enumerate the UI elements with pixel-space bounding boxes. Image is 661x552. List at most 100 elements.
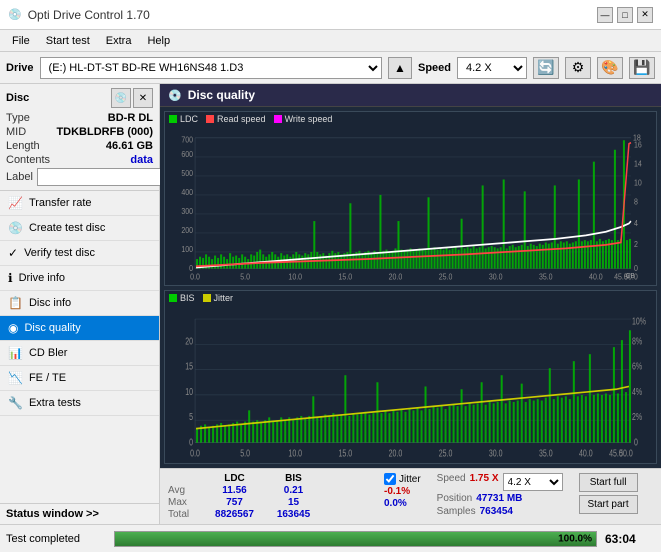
maximize-button[interactable]: □ bbox=[617, 7, 633, 23]
bis-legend-dot bbox=[169, 294, 177, 302]
save-button[interactable]: 💾 bbox=[629, 57, 655, 79]
start-full-button[interactable]: Start full bbox=[579, 473, 638, 492]
disc-info-icon: 📋 bbox=[8, 296, 23, 310]
bottom-chart-inner: 0 5 10 15 20 0 2% 4% 6% 8% 10% 0.0 bbox=[165, 305, 656, 460]
ldc-legend-text: LDC bbox=[180, 114, 198, 124]
svg-text:200: 200 bbox=[181, 225, 193, 235]
disc-mid-value: TDKBLDRFB (000) bbox=[56, 126, 153, 138]
stats-max-bis: 15 bbox=[266, 497, 321, 508]
stats-speed-select[interactable]: 4.2 X 2.0 X bbox=[503, 473, 563, 491]
app-icon: 💿 bbox=[8, 8, 22, 21]
svg-text:14: 14 bbox=[634, 159, 642, 169]
menu-help[interactable]: Help bbox=[139, 33, 178, 49]
drive-label: Drive bbox=[6, 62, 34, 74]
status-text: Test completed bbox=[6, 533, 106, 545]
refresh-button[interactable]: 🔄 bbox=[533, 57, 559, 79]
stats-total-label: Total bbox=[168, 509, 203, 520]
svg-text:30.0: 30.0 bbox=[489, 272, 503, 281]
nav-drive-info[interactable]: ℹ Drive info bbox=[0, 266, 159, 291]
disc-label-row: Label 🔍 bbox=[6, 168, 153, 186]
drive-select[interactable]: (E:) HL-DT-ST BD-RE WH16NS48 1.D3 bbox=[40, 57, 382, 79]
svg-text:15.0: 15.0 bbox=[339, 272, 353, 281]
menu-file[interactable]: File bbox=[4, 33, 38, 49]
create-test-disc-icon: 💿 bbox=[8, 221, 23, 235]
nav-extra-tests[interactable]: 🔧 Extra tests bbox=[0, 391, 159, 416]
jitter-header: Jitter bbox=[384, 473, 421, 485]
svg-text:5: 5 bbox=[189, 410, 193, 422]
nav-disc-quality-label: Disc quality bbox=[24, 322, 80, 334]
titlebar-controls[interactable]: — □ ✕ bbox=[597, 7, 653, 23]
disc-length-label: Length bbox=[6, 140, 40, 152]
titlebar-left: 💿 Opti Drive Control 1.70 bbox=[8, 8, 150, 22]
svg-text:400: 400 bbox=[181, 187, 193, 197]
disc-type-row: Type BD-R DL bbox=[6, 112, 153, 124]
nav-fe-te[interactable]: 📉 FE / TE bbox=[0, 366, 159, 391]
speed-select[interactable]: 4.2 X 2.0 X 1.0 X bbox=[457, 57, 527, 79]
nav-verify-test-disc[interactable]: ✓ Verify test disc bbox=[0, 241, 159, 266]
speed-label: Speed bbox=[418, 62, 451, 74]
disc-contents-row: Contents data bbox=[6, 154, 153, 166]
stats-max-label: Max bbox=[168, 497, 203, 508]
disc-panel-header: Disc 💿 ✕ bbox=[6, 88, 153, 108]
nav-cd-bler[interactable]: 📊 CD Bler bbox=[0, 341, 159, 366]
menu-start-test[interactable]: Start test bbox=[38, 33, 98, 49]
speed-row: Speed 1.75 X 4.2 X 2.0 X bbox=[437, 473, 563, 491]
bis-legend-text: BIS bbox=[180, 293, 195, 303]
eject-button[interactable]: ▲ bbox=[388, 57, 412, 79]
svg-text:300: 300 bbox=[181, 206, 193, 216]
ldc-legend-dot bbox=[169, 115, 177, 123]
nav-verify-test-disc-label: Verify test disc bbox=[24, 247, 95, 259]
disc-contents-label: Contents bbox=[6, 154, 50, 166]
main-area: Disc 💿 ✕ Type BD-R DL MID TDKBLDRFB (000… bbox=[0, 84, 661, 524]
stats-ldc-header: LDC bbox=[207, 473, 262, 484]
charts-area: LDC Read speed Write speed bbox=[160, 107, 661, 468]
samples-row: Samples 763454 bbox=[437, 506, 563, 517]
svg-text:15: 15 bbox=[185, 360, 193, 372]
drive-info-icon: ℹ bbox=[8, 271, 13, 285]
nav-create-test-disc[interactable]: 💿 Create test disc bbox=[0, 216, 159, 241]
svg-text:10: 10 bbox=[185, 385, 193, 397]
svg-text:18: 18 bbox=[633, 133, 641, 143]
nav-create-test-disc-label: Create test disc bbox=[29, 222, 105, 234]
nav-disc-info[interactable]: 📋 Disc info bbox=[0, 291, 159, 316]
minimize-button[interactable]: — bbox=[597, 7, 613, 23]
status-window-label: Status window >> bbox=[6, 508, 99, 520]
bis-legend: BIS bbox=[169, 293, 195, 303]
disc-mid-row: MID TDKBLDRFB (000) bbox=[6, 126, 153, 138]
speed-static-label: Speed bbox=[437, 473, 466, 491]
nav-disc-quality[interactable]: ◉ Disc quality bbox=[0, 316, 159, 341]
svg-text:6%: 6% bbox=[632, 360, 642, 372]
jitter-legend-text: Jitter bbox=[214, 293, 234, 303]
svg-text:2%: 2% bbox=[632, 410, 642, 422]
close-button[interactable]: ✕ bbox=[637, 7, 653, 23]
nav-transfer-rate[interactable]: 📈 Transfer rate bbox=[0, 191, 159, 216]
disc-type-label: Type bbox=[6, 112, 30, 124]
jitter-checkbox[interactable] bbox=[384, 473, 396, 485]
position-label: Position bbox=[437, 493, 473, 504]
disc-label-input[interactable] bbox=[37, 168, 175, 186]
options-button[interactable]: ⚙ bbox=[565, 57, 591, 79]
svg-text:600: 600 bbox=[181, 149, 193, 159]
titlebar: 💿 Opti Drive Control 1.70 — □ ✕ bbox=[0, 0, 661, 30]
disc-panel-title: Disc bbox=[6, 92, 29, 104]
disc-icon-row: 💿 ✕ bbox=[111, 88, 153, 108]
svg-text:5.0: 5.0 bbox=[240, 447, 250, 459]
start-part-button[interactable]: Start part bbox=[579, 495, 638, 514]
nav-disc-info-label: Disc info bbox=[29, 297, 71, 309]
svg-text:100: 100 bbox=[181, 244, 193, 254]
samples-value: 763454 bbox=[480, 506, 513, 517]
svg-text:10.0: 10.0 bbox=[288, 447, 302, 459]
position-row: Position 47731 MB bbox=[437, 493, 563, 504]
menu-extra[interactable]: Extra bbox=[98, 33, 140, 49]
status-window-button[interactable]: Status window >> bbox=[0, 503, 159, 524]
bottom-chart-svg: 0 5 10 15 20 0 2% 4% 6% 8% 10% 0.0 bbox=[165, 305, 656, 460]
stats-avg-row: Avg 11.56 0.21 bbox=[168, 485, 368, 496]
disc-mid-label: MID bbox=[6, 126, 26, 138]
palette-button[interactable]: 🎨 bbox=[597, 57, 623, 79]
disc-icon-btn[interactable]: 💿 bbox=[111, 88, 131, 108]
svg-text:5.0: 5.0 bbox=[240, 272, 250, 281]
svg-text:15.0: 15.0 bbox=[339, 447, 353, 459]
position-value: 47731 MB bbox=[476, 493, 522, 504]
samples-label: Samples bbox=[437, 506, 476, 517]
disc-close-btn[interactable]: ✕ bbox=[133, 88, 153, 108]
